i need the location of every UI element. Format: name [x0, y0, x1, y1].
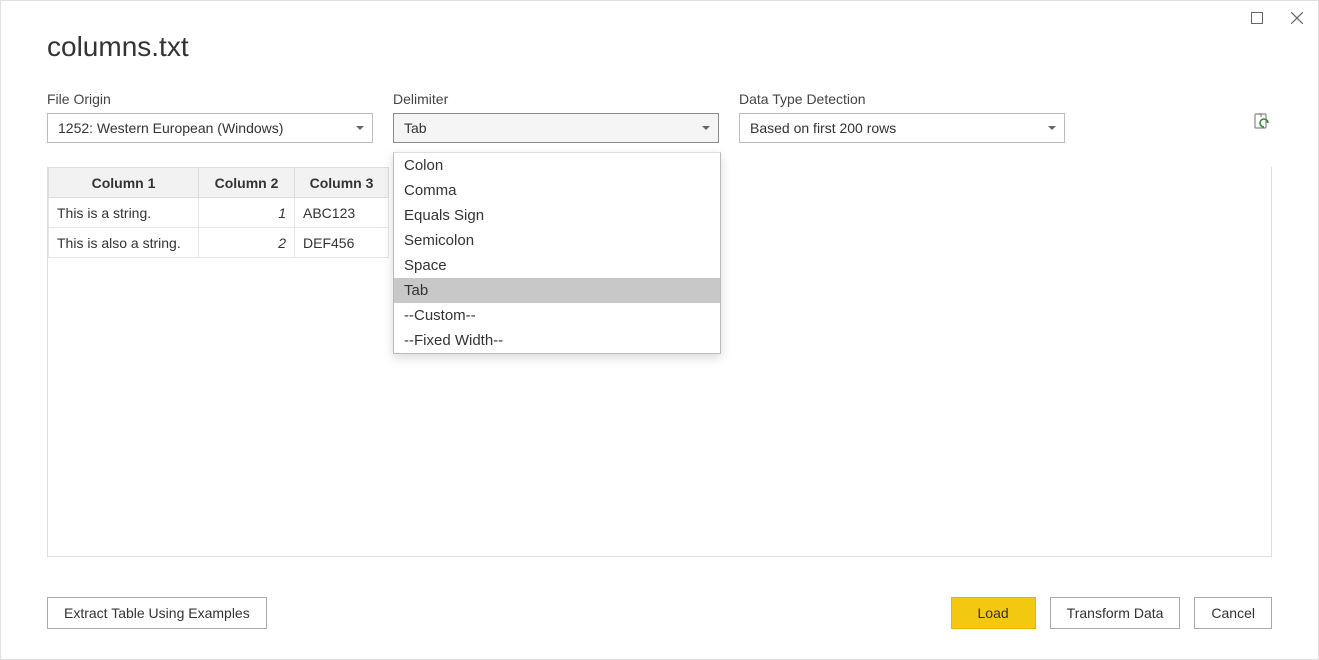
chevron-down-icon	[356, 126, 364, 130]
delimiter-option[interactable]: Space	[394, 253, 720, 278]
column-header[interactable]: Column 1	[49, 168, 199, 198]
delimiter-select[interactable]: Tab	[393, 113, 719, 143]
close-button[interactable]	[1288, 9, 1306, 27]
table-cell: DEF456	[295, 228, 389, 258]
delimiter-dropdown[interactable]: ColonCommaEquals SignSemicolonSpaceTab--…	[393, 152, 721, 354]
cancel-button[interactable]: Cancel	[1194, 597, 1272, 629]
delimiter-option[interactable]: --Fixed Width--	[394, 328, 720, 353]
chevron-down-icon	[1048, 126, 1056, 130]
file-origin-label: File Origin	[47, 91, 373, 107]
load-button[interactable]: Load	[951, 597, 1036, 629]
preview-table: Column 1Column 2Column 3 This is a strin…	[48, 167, 389, 258]
delimiter-value: Tab	[404, 120, 427, 136]
maximize-button[interactable]	[1248, 9, 1266, 27]
file-origin-value: 1252: Western European (Windows)	[58, 120, 283, 136]
delimiter-label: Delimiter	[393, 91, 719, 107]
table-cell: This is a string.	[49, 198, 199, 228]
detection-label: Data Type Detection	[739, 91, 1065, 107]
delimiter-option[interactable]: --Custom--	[394, 303, 720, 328]
data-type-detection-select[interactable]: Based on first 200 rows	[739, 113, 1065, 143]
extract-table-button[interactable]: Extract Table Using Examples	[47, 597, 267, 629]
file-origin-select[interactable]: 1252: Western European (Windows)	[47, 113, 373, 143]
delimiter-option[interactable]: Tab	[394, 278, 720, 303]
table-row[interactable]: This is a string.1ABC123	[49, 198, 389, 228]
table-cell: This is also a string.	[49, 228, 199, 258]
refresh-button[interactable]	[1252, 113, 1272, 138]
column-header[interactable]: Column 2	[199, 168, 295, 198]
delimiter-option[interactable]: Comma	[394, 178, 720, 203]
delimiter-option[interactable]: Colon	[394, 153, 720, 178]
delimiter-option[interactable]: Equals Sign	[394, 203, 720, 228]
dialog-title: columns.txt	[1, 1, 1318, 63]
column-header[interactable]: Column 3	[295, 168, 389, 198]
table-cell: 2	[199, 228, 295, 258]
table-row[interactable]: This is also a string.2DEF456	[49, 228, 389, 258]
delimiter-option[interactable]: Semicolon	[394, 228, 720, 253]
detection-value: Based on first 200 rows	[750, 120, 896, 136]
table-cell: ABC123	[295, 198, 389, 228]
transform-data-button[interactable]: Transform Data	[1050, 597, 1181, 629]
chevron-down-icon	[702, 126, 710, 130]
table-cell: 1	[199, 198, 295, 228]
